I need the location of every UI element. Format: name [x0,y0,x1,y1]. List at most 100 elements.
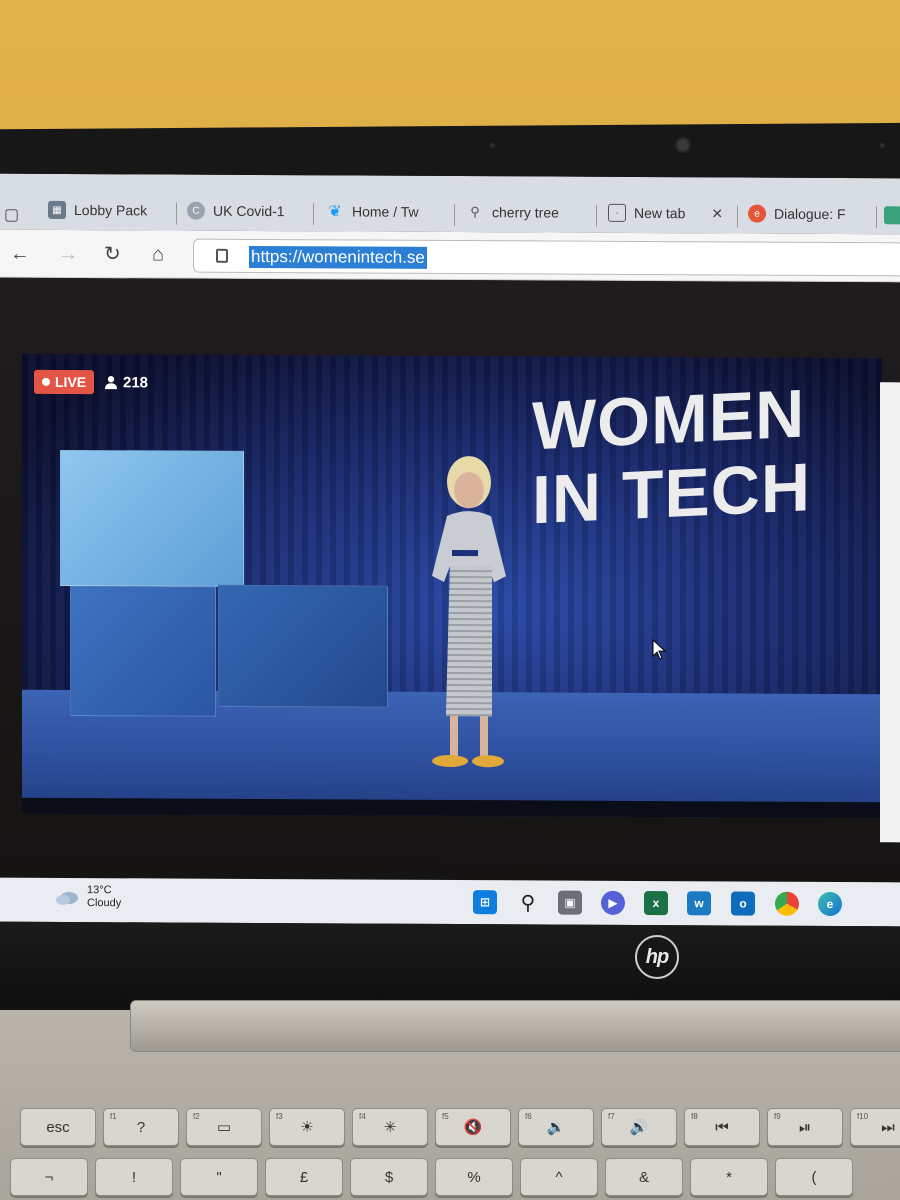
sign-line-2: IN TECH [532,449,811,539]
home-icon[interactable]: ⌂ [152,243,164,265]
photo-scene: ▢ ▦ Lobby Pack C UK Covid-1 ❦ Home / Tw … [0,0,900,1200]
search-icon[interactable]: ⚲ [516,890,540,914]
function-key[interactable]: f5 🔇 [435,1108,511,1146]
key-sublabel: f4 [359,1112,366,1121]
address-bar: ← → ↻ ⌂ https://womenintech.se [0,229,900,283]
task-view-icon[interactable]: ▣ [558,890,582,915]
key-label: £ [299,1168,309,1186]
function-key[interactable]: f8 ⏮ [684,1108,760,1146]
function-key[interactable]: f1? [103,1108,179,1146]
sensor-dot [880,143,885,148]
number-key[interactable]: ( [775,1158,853,1196]
tab-separator [737,205,738,228]
tab-new-tab[interactable]: · New tab ✕ [608,195,733,232]
stage-sign: WOMEN IN TECH [532,373,872,599]
live-label: LIVE [55,373,87,391]
function-key[interactable]: f6 🔉 [518,1108,594,1146]
tab-label: UK Covid-1 [213,202,285,220]
live-video-player[interactable]: WOMEN IN TECH LIVE 218 [22,353,882,819]
tab-lobby-pack[interactable]: ▦ Lobby Pack [48,192,173,229]
extra-tab-favicon[interactable] [884,206,900,225]
tab-uk-covid[interactable]: C UK Covid-1 [187,193,309,230]
edge-icon[interactable]: e [818,891,842,917]
stage-cube [218,584,388,708]
number-key[interactable]: & [605,1158,683,1196]
tab-dialogue[interactable]: e Dialogue: F [748,196,872,233]
viewer-count: 218 [104,370,148,394]
key-label: ? [136,1118,146,1136]
key-sublabel: f3 [276,1112,283,1121]
tab-label: Lobby Pack [74,202,148,219]
tab-separator [176,202,177,225]
sensor-dot [490,143,495,148]
tab-label: Home / Tw [352,203,419,220]
key-label: ⏭ [881,1118,895,1136]
teams-chat-icon[interactable]: ▶ [601,890,625,915]
web-page: WOMEN IN TECH LIVE 218 [0,277,900,883]
tab-twitter-home[interactable]: ❦ Home / Tw [326,193,450,230]
function-key[interactable]: f9 ⏯ [767,1108,843,1146]
close-tab-icon[interactable]: ✕ [711,205,723,222]
number-key[interactable]: ^ [520,1158,598,1196]
function-key[interactable]: f3 ☀ [269,1108,345,1146]
cloud-icon [56,892,78,905]
tab-separator [596,204,597,227]
outlook-icon[interactable]: o [731,891,755,916]
number-key[interactable]: " [180,1158,258,1196]
tab-label: New tab [634,204,686,222]
tab-label: cherry tree [492,204,559,221]
chrome-icon[interactable] [775,891,799,916]
weather-temperature: 13°C [87,884,112,897]
key-label: * [726,1168,732,1186]
mouse-cursor-icon [652,639,667,660]
stage-cube [70,586,216,717]
url-field[interactable]: https://womenintech.se [193,238,900,277]
speaker-figure [432,456,506,768]
function-key[interactable]: f2 ▭ [186,1108,262,1146]
laptop-hinge [130,1000,900,1052]
forward-arrow-icon[interactable]: → [58,243,78,265]
key-sublabel: f7 [608,1112,615,1121]
tab-separator [876,206,877,229]
key-label: ( [811,1168,817,1186]
weather-condition: Cloudy [87,897,122,910]
refresh-icon[interactable]: ↻ [104,243,121,265]
tab-cherry-tree[interactable]: ⚲ cherry tree [466,194,592,231]
dialogue-favicon: e [748,204,766,223]
key-sublabel: f10 [857,1112,869,1121]
key-label: " [216,1168,222,1186]
c-favicon: C [187,201,205,220]
function-key[interactable]: f4 ✳ [352,1108,428,1146]
url-text[interactable]: https://womenintech.se [249,245,427,269]
number-key[interactable]: $ [350,1158,428,1196]
tab-separator [454,204,455,227]
key-label: ⏮ [715,1118,729,1136]
brand-text: hp [645,945,669,968]
live-badge: LIVE [34,369,95,395]
weather-widget[interactable]: 13°C Cloudy [55,884,121,910]
key-label: ⏯ [798,1118,811,1136]
webex-icon[interactable]: w [687,891,711,916]
back-arrow-icon[interactable]: ← [10,243,30,265]
side-panel-edge [880,382,900,843]
lock-icon [216,248,228,263]
excel-icon[interactable]: x [644,891,668,916]
number-key[interactable]: £ [265,1158,343,1196]
function-key[interactable]: f7 🔊 [601,1108,677,1146]
tab-separator [313,203,314,226]
key-label: ☀ [300,1119,314,1136]
number-key[interactable]: % [435,1158,513,1196]
search-icon: ⚲ [470,204,480,220]
function-key[interactable]: esc [20,1108,96,1146]
hp-logo: hp [635,935,679,979]
number-key[interactable]: ¬ [10,1158,88,1196]
viewer-count-value: 218 [123,373,149,391]
function-key[interactable]: f10 ⏭ [850,1108,900,1146]
sidebar-toggle-icon[interactable]: ▢ [4,206,19,226]
laptop-screen: ▢ ▦ Lobby Pack C UK Covid-1 ❦ Home / Tw … [0,173,900,927]
number-key[interactable]: ! [95,1158,173,1196]
windows-start-icon[interactable]: ⊞ [473,890,497,915]
lobby-pack-favicon: ▦ [48,200,66,219]
number-key[interactable]: * [690,1158,768,1196]
key-label: 🔇 [463,1119,483,1136]
